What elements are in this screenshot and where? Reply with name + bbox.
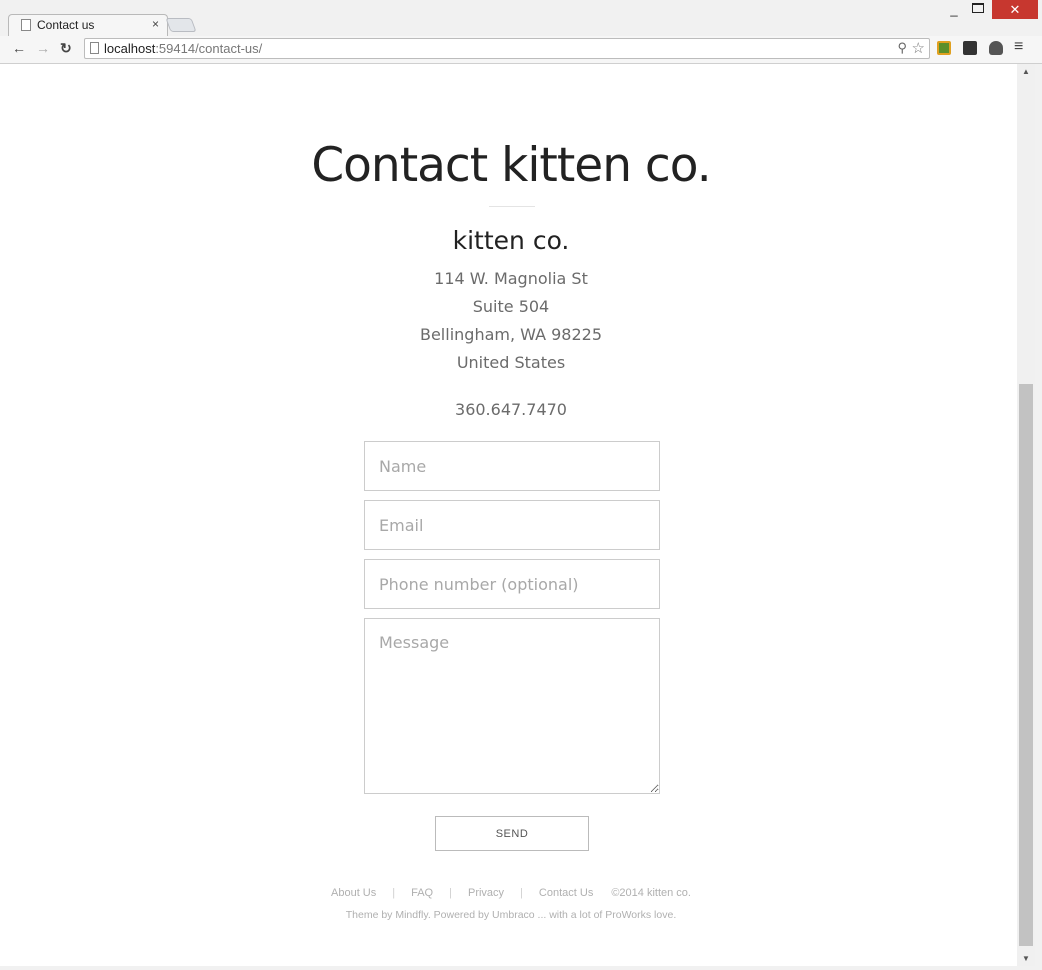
footer-nav: About Us | FAQ | Privacy | Contact Us ©2014 kit… — [5, 887, 1017, 899]
tab-title: Contact us — [37, 18, 95, 32]
address-line: United States — [456, 353, 566, 372]
phone-field[interactable] — [364, 559, 660, 609]
zoom-icon[interactable]: ⚲ — [897, 40, 907, 56]
address-line: Suite 504 — [472, 297, 550, 316]
title-divider — [489, 206, 535, 207]
footer-link-faq[interactable]: FAQ — [411, 887, 433, 899]
extension-film-icon[interactable] — [963, 41, 977, 55]
message-field[interactable] — [364, 618, 660, 794]
window-frame — [0, 966, 1042, 970]
name-field[interactable] — [364, 441, 660, 491]
copyright: ©2014 kitten co. — [611, 887, 691, 899]
footer-link-contact[interactable]: Contact Us — [539, 887, 593, 899]
address-line: Bellingham, WA 98225 — [419, 325, 603, 344]
page-title: Contact kitten co. — [311, 138, 711, 193]
url-text: localhost:59414/contact-us/ — [104, 41, 263, 56]
email-field[interactable] — [364, 500, 660, 550]
footer-separator: | — [392, 887, 396, 899]
new-tab-button[interactable] — [165, 18, 197, 32]
address-line: 114 W. Magnolia St — [434, 269, 588, 288]
footer-credit: Theme by Mindfly. Powered by Umbraco ...… — [345, 909, 677, 921]
extension-shield-icon[interactable] — [989, 41, 1003, 55]
browser-toolbar: ← → ↻ localhost:59414/contact-us/ ⚲ ☆ ≡ — [0, 36, 1042, 64]
menu-icon[interactable]: ≡ — [1014, 38, 1023, 56]
page-viewport: Contact kitten co. kitten co. 114 W. Mag… — [5, 64, 1017, 966]
browser-tab[interactable]: Contact us × — [8, 14, 168, 36]
extension-check-icon[interactable] — [937, 41, 951, 55]
tab-close-icon[interactable]: × — [152, 17, 159, 31]
page-icon — [21, 19, 31, 31]
page-icon — [90, 42, 99, 54]
minimize-button[interactable]: _ — [946, 2, 962, 17]
window-frame — [1035, 64, 1042, 970]
footer-separator: | — [520, 887, 523, 899]
footer-link-about[interactable]: About Us — [331, 887, 376, 899]
back-arrow-icon[interactable]: ← — [12, 40, 26, 56]
footer-link-privacy[interactable]: Privacy — [468, 887, 504, 899]
address-bar[interactable]: localhost:59414/contact-us/ ⚲ ☆ — [84, 38, 930, 59]
scroll-up-arrow-icon[interactable]: ▲ — [1022, 67, 1030, 76]
reload-icon[interactable]: ↻ — [60, 40, 72, 57]
maximize-button[interactable] — [972, 3, 984, 13]
scroll-down-arrow-icon[interactable]: ▼ — [1022, 954, 1030, 963]
close-window-button[interactable]: ✕ — [992, 0, 1038, 19]
page-scrollbar[interactable]: ▲ ▼ — [1017, 64, 1035, 966]
browser-titlebar: Contact us × _ ✕ — [0, 0, 1042, 36]
forward-arrow-icon[interactable]: → — [36, 40, 50, 56]
phone-number: 360.647.7470 — [455, 400, 567, 419]
send-button[interactable]: SEND — [435, 816, 589, 851]
footer-separator: | — [449, 887, 452, 899]
company-name: kitten co. — [452, 226, 570, 255]
bookmark-star-icon[interactable]: ☆ — [912, 39, 925, 57]
scroll-thumb[interactable] — [1019, 384, 1033, 946]
